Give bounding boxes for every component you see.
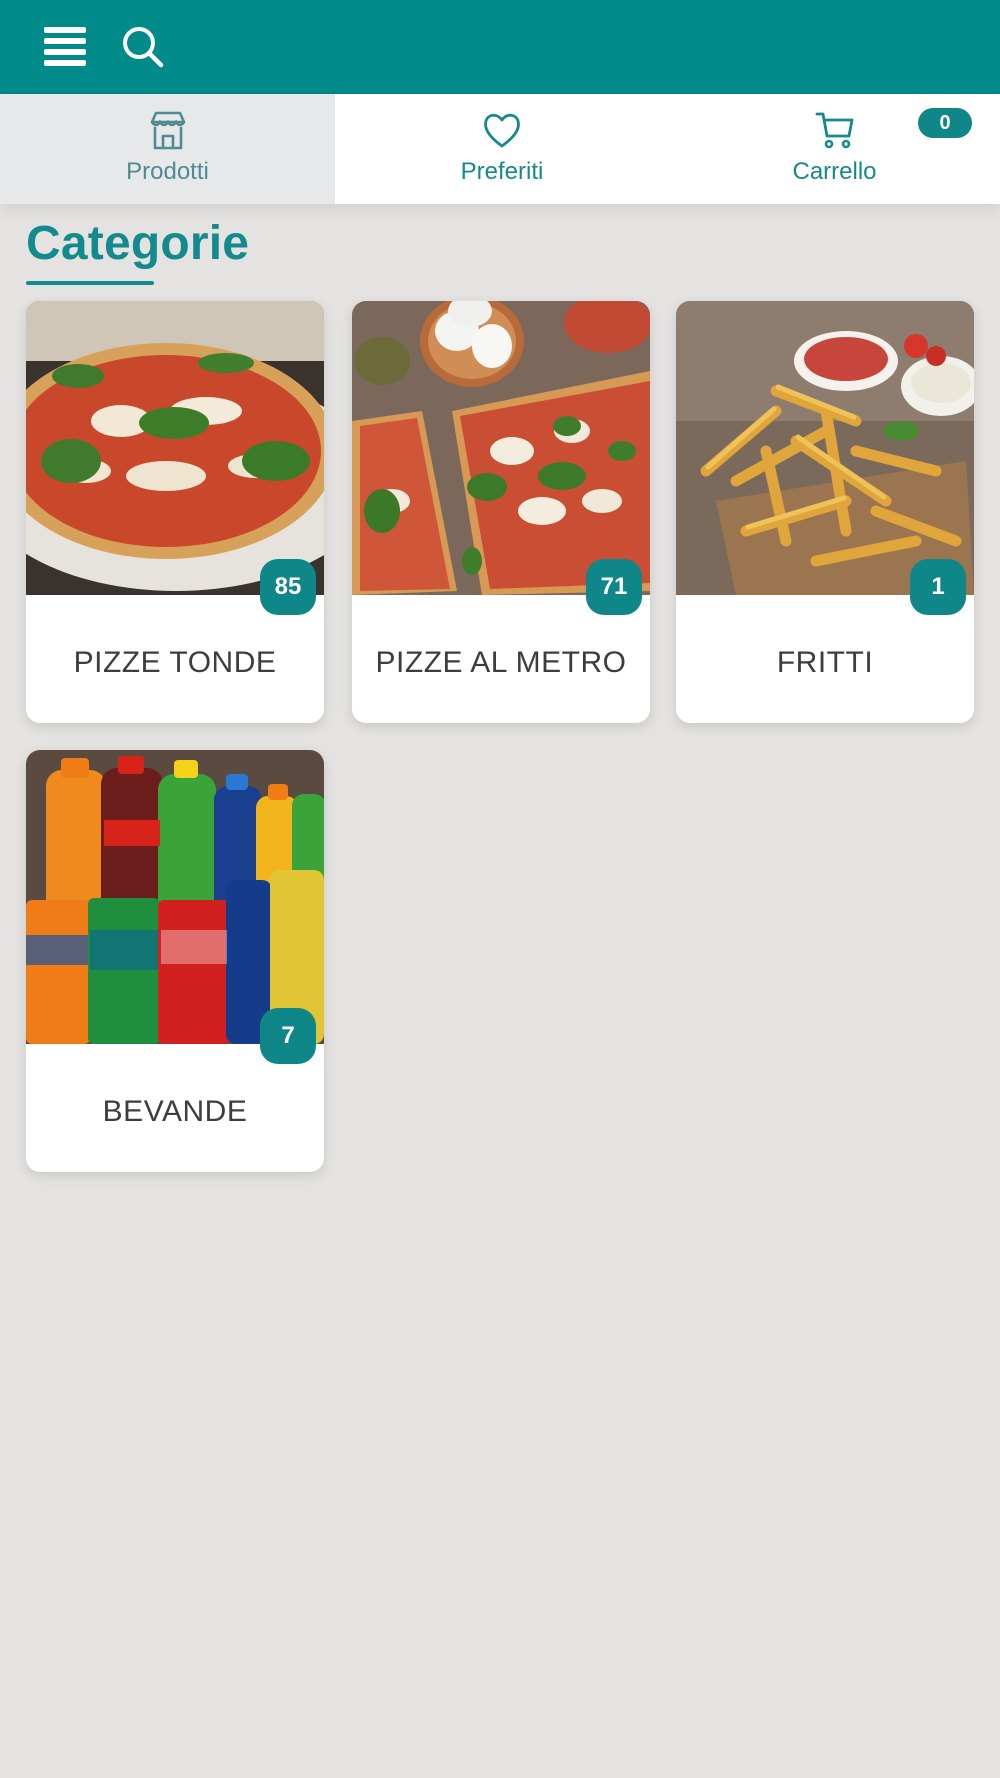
category-card-pizze-al-metro[interactable]: 71 PIZZE AL METRO [352,301,650,723]
category-card-pizze-tonde[interactable]: 85 PIZZE TONDE [26,301,324,723]
category-count-badge: 71 [586,559,642,615]
category-count-badge: 85 [260,559,316,615]
menu-icon[interactable] [44,24,88,68]
cart-count-badge: 0 [918,108,972,138]
tab-carrello[interactable]: Carrello 0 [669,94,1000,204]
tab-label-prodotti: Prodotti [126,158,209,185]
tab-label-preferiti: Preferiti [460,158,544,185]
category-count-badge: 7 [260,1008,316,1064]
store-icon [150,111,185,150]
fries-image [676,301,974,595]
category-card-fritti[interactable]: 1 FRITTI [676,301,974,723]
category-name: FRITTI [776,646,874,679]
cart-icon [815,112,853,149]
tab-label-carrello: Carrello [792,158,877,185]
category-name: PIZZE AL METRO [375,646,627,679]
tab-preferiti[interactable]: Preferiti [335,94,669,204]
bottom-tab-bar: Prodotti Preferiti Carrello 0 [0,94,1000,204]
tab-prodotti[interactable]: Prodotti [0,94,335,204]
page-title: Categorie [26,217,250,270]
category-name: BEVANDE [102,1095,248,1128]
drinks-image [26,750,324,1044]
pizza-image [26,301,324,595]
pizza-al-metro-image [352,301,650,595]
category-card-bevande[interactable]: 7 BEVANDE [26,750,324,1172]
category-count-badge: 1 [910,559,966,615]
search-icon[interactable] [120,24,166,70]
top-app-bar [0,0,1000,94]
category-name: PIZZE TONDE [73,646,277,679]
title-underline [26,281,154,285]
heart-icon [484,113,520,148]
